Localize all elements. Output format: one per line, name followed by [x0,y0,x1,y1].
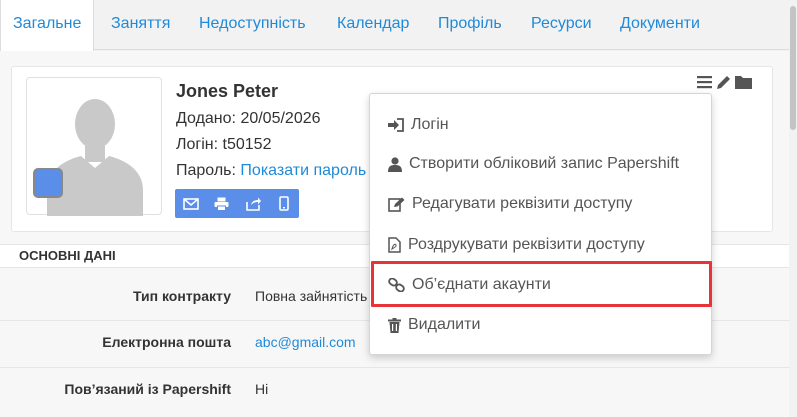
pdf-file-icon [388,237,401,253]
password-label: Пароль: [176,162,236,179]
contract-type-value: Повна зайнятість [255,288,368,304]
menu-item-edit-access-details[interactable]: Редагувати реквізити доступу [388,193,632,215]
menu-item-label: Видалити [408,316,481,333]
color-swatch[interactable] [33,168,63,198]
login-label: Логін: [176,136,219,153]
menu-item-create-papershift-account[interactable]: Створити обліковий запис Papershift [388,153,679,175]
email-label: Електронна пошта [102,334,231,350]
password-info: Пароль: Показати пароль [176,162,366,180]
highlight-box [371,261,712,307]
edit-icon [388,197,405,212]
login-value: t50152 [222,136,272,153]
sign-in-icon [388,118,404,132]
added-label: Додано: [176,110,236,127]
menu-item-print-access-details[interactable]: Роздрукувати реквізити доступу [388,234,645,256]
person-silhouette-icon [47,99,143,216]
mobile-button[interactable] [268,189,299,218]
contract-type-label: Тип контракту [133,288,231,304]
login-info: Логін: t50152 [176,136,271,154]
trash-icon [388,317,401,333]
printer-icon [214,197,229,211]
print-button[interactable] [206,189,237,218]
account-actions-menu: Логін Створити обліковий запис Papershif… [369,93,712,355]
menu-item-label: Редагувати реквізити доступу [412,195,633,212]
tab-profile[interactable]: Профіль [438,0,502,50]
row-divider [0,367,789,368]
tab-bar: Загальне Заняття Недоступність Календар … [0,0,797,51]
tab-classes[interactable]: Заняття [111,0,170,50]
menu-item-label: Логін [411,116,449,133]
share-button[interactable] [237,189,268,218]
email-link[interactable]: abc@gmail.com [255,334,356,350]
papershift-linked-label: Пов’язаний із Papershift [64,381,231,397]
menu-item-delete[interactable]: Видалити [388,314,480,336]
tab-general[interactable]: Загальне [0,0,95,51]
card-toolbar [697,75,752,95]
mobile-phone-icon [278,196,289,211]
contact-action-bar [175,189,299,218]
avatar [26,77,162,216]
share-icon [245,197,261,211]
email-button[interactable] [175,189,206,218]
tab-unavailability[interactable]: Недоступність [199,0,306,50]
tab-resources[interactable]: Ресурси [531,0,592,50]
scrollbar-thumb[interactable] [790,6,796,130]
added-date: Додано: 20/05/2026 [176,110,321,128]
folder-icon[interactable] [735,75,752,95]
tab-documents[interactable]: Документи [620,0,700,50]
envelope-icon [182,197,199,210]
menu-item-label: Роздрукувати реквізити доступу [408,236,645,253]
menu-item-label: Створити обліковий запис Papershift [409,155,680,172]
employee-name: Jones Peter [176,81,279,101]
pencil-icon[interactable] [716,75,731,95]
tab-calendar[interactable]: Календар [337,0,409,50]
show-password-link[interactable]: Показати пароль [240,162,366,179]
papershift-linked-value: Ні [255,381,269,397]
user-icon [388,156,402,172]
added-value: 20/05/2026 [240,110,321,127]
scrollbar[interactable] [789,0,797,417]
menu-item-login[interactable]: Логін [388,114,449,136]
hamburger-menu-icon[interactable] [697,75,712,95]
